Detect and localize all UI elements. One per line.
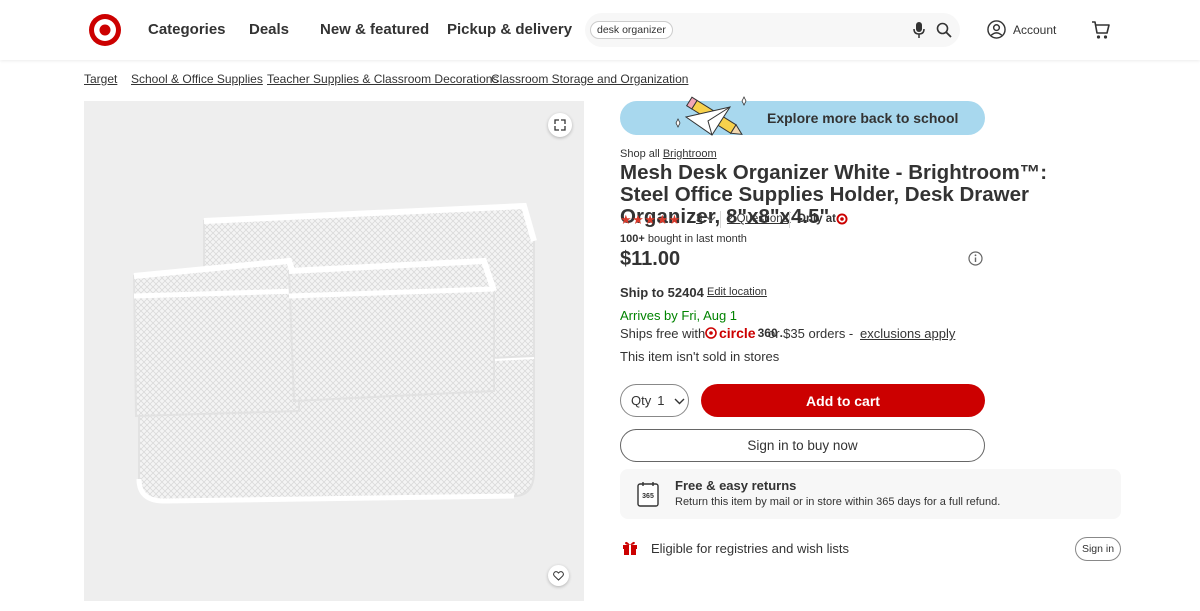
ship-to-zip: Ship to 52404 <box>620 285 704 300</box>
only-at-label: Only at <box>797 213 836 225</box>
target-logo-icon[interactable] <box>88 13 122 47</box>
ships-free-label: Ships free with <box>620 326 706 341</box>
nav-categories[interactable]: Categories <box>148 21 226 38</box>
add-to-cart-button[interactable]: Add to cart <box>701 384 985 417</box>
cart-icon[interactable] <box>1091 20 1111 40</box>
nav-new-featured[interactable]: New & featured <box>320 21 429 38</box>
quantity-select[interactable]: Qty 1 <box>620 384 689 417</box>
target-bullseye-icon <box>836 213 848 225</box>
qty-value: 1 <box>657 393 665 408</box>
search-query-chip[interactable]: desk organizer <box>590 21 673 39</box>
product-title: Mesh Desk Organizer White - Brightroom™:… <box>620 161 1048 228</box>
sign-in-button[interactable]: Sign in <box>1075 537 1121 561</box>
minimum-order-text: or $35 orders - <box>768 326 854 341</box>
sign-in-to-buy-button[interactable]: Sign in to buy now <box>620 429 985 462</box>
divider <box>720 211 721 228</box>
heart-icon <box>553 570 564 581</box>
returns-title: Free & easy returns <box>675 478 797 493</box>
questions-link[interactable]: 2 Questions <box>727 213 788 225</box>
qty-label: Qty <box>631 393 652 408</box>
arrival-date: Arrives by Fri, Aug 1 <box>620 308 738 323</box>
bought-suffix: bought in last month <box>644 233 747 245</box>
account-icon[interactable] <box>987 20 1006 39</box>
breadcrumb-school-office[interactable]: School & Office Supplies <box>131 72 263 86</box>
account-link[interactable]: Account <box>1013 23 1056 37</box>
calendar-365-icon-text: 365 <box>642 493 654 500</box>
breadcrumb-classroom-storage[interactable]: Classroom Storage and Organization <box>491 72 688 86</box>
edit-location-link[interactable]: Edit location <box>707 286 767 298</box>
returns-info-box <box>620 469 1121 519</box>
pencil-paper-plane-icon <box>675 96 747 136</box>
gift-icon <box>623 541 637 555</box>
favorite-button[interactable] <box>548 565 569 586</box>
promo-text[interactable]: Explore more back to school <box>767 110 958 126</box>
search-icon[interactable] <box>936 22 952 38</box>
zoom-button[interactable] <box>548 113 572 137</box>
calendar-365-icon: 365 <box>637 482 659 507</box>
site-header: Categories Deals New & featured Pickup &… <box>0 0 1200 60</box>
circle-word: circle <box>719 325 756 341</box>
shop-all-brand: Shop all Brightroom <box>620 148 717 160</box>
breadcrumb-target[interactable]: Target <box>84 72 117 86</box>
divider <box>789 211 790 228</box>
product-image[interactable] <box>84 101 584 601</box>
bought-last-month: 100+ bought in last month <box>620 233 747 245</box>
bullseye-icon <box>705 327 717 339</box>
registries-text: Eligible for registries and wish lists <box>651 541 849 556</box>
mesh-organizer-illustration <box>132 202 537 504</box>
returns-description: Return this item by mail or in store wit… <box>675 496 1001 508</box>
nav-deals[interactable]: Deals <box>249 21 289 38</box>
microphone-icon[interactable] <box>912 21 926 39</box>
shop-all-prefix: Shop all <box>620 148 660 160</box>
brand-link[interactable]: Brightroom <box>663 148 717 160</box>
price: $11.00 <box>620 248 681 270</box>
exclusions-link[interactable]: exclusions apply <box>860 326 955 341</box>
nav-pickup-delivery[interactable]: Pickup & delivery <box>447 21 572 38</box>
chevron-down-icon[interactable] <box>706 215 716 223</box>
bought-count: 100+ <box>620 233 645 245</box>
rating-stars[interactable]: ★★★★★ <box>620 212 681 228</box>
chevron-down-icon <box>674 398 685 404</box>
rating-count-link[interactable]: 3 <box>696 213 702 225</box>
not-sold-in-stores: This item isn't sold in stores <box>620 349 780 364</box>
expand-icon <box>554 119 566 131</box>
breadcrumb-teacher-supplies[interactable]: Teacher Supplies & Classroom Decorations <box>267 72 498 86</box>
info-icon[interactable] <box>968 251 983 266</box>
